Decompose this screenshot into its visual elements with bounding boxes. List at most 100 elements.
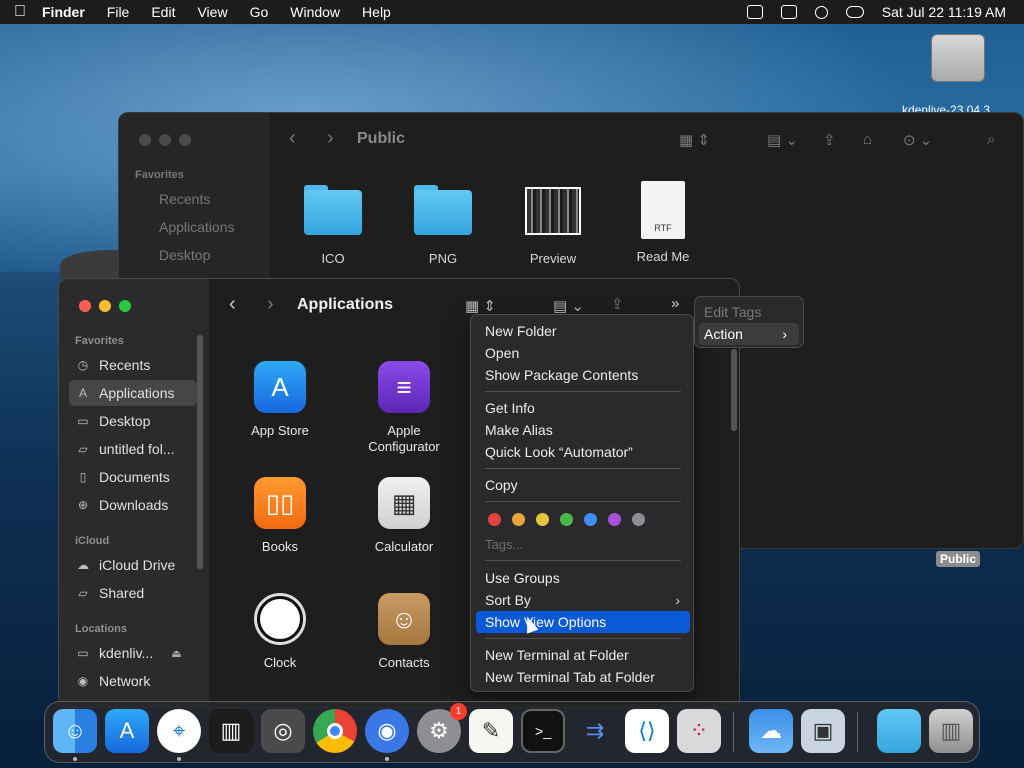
books-icon: ▯▯ [254,477,306,529]
minimize-button[interactable] [159,134,171,146]
menu-item-action[interactable]: Action › [699,323,799,345]
instruments-icon[interactable]: ⇉ [573,709,617,753]
menu-item-get-info[interactable]: Get Info [476,397,690,419]
textedit-icon[interactable]: ✎ [469,709,513,753]
app-books[interactable]: ▯▯ Books [225,477,335,555]
spotlight-search-icon[interactable] [814,5,828,19]
app-contacts[interactable]: ☺ Contacts [349,593,459,671]
share-icon[interactable]: ⇪ [611,295,624,313]
control-center-icon[interactable] [845,6,864,18]
search-icon[interactable]: ⌕ [987,131,995,148]
tag-yellow-dot[interactable] [536,513,549,526]
menu-item-edit-tags[interactable]: Edit Tags [699,301,799,323]
launchpad-icon[interactable]: ⁘ [677,709,721,753]
menu-edit[interactable]: Edit [151,4,175,20]
sidebar-item-recents[interactable]: ◷ Recents [69,352,197,378]
close-button[interactable] [139,134,151,146]
tag-purple-dot[interactable] [608,513,621,526]
zoom-button[interactable] [179,134,191,146]
chrome-icon[interactable] [313,709,357,753]
file-ico-folder[interactable]: ICO [283,185,383,266]
menu-item-new-terminal-at-folder[interactable]: New Terminal at Folder [476,644,690,666]
group-icon[interactable]: ▤ ⌄ [767,131,798,149]
menu-item-make-alias[interactable]: Make Alias [476,419,690,441]
action-menu-icon[interactable]: ⊙ ⌄ [903,131,932,149]
icon-view-icon[interactable]: ▦ ⇕ [679,131,710,149]
back-arrow-icon[interactable]: ‹ [229,293,236,316]
tag-orange-dot[interactable] [512,513,525,526]
menu-item-tags[interactable]: Tags... [476,533,690,555]
eject-icon[interactable]: ⏏ [171,647,181,660]
weather-icon[interactable]: ☁ [749,709,793,753]
tag-gray-dot[interactable] [632,513,645,526]
sidebar-item-recents[interactable]: Recents [159,191,210,207]
app-store-icon[interactable]: A [105,709,149,753]
app-clock[interactable]: Clock [225,593,335,671]
menu-view[interactable]: View [197,4,227,20]
icon-view-icon[interactable]: ▦ ⇕ [465,297,496,315]
menu-help[interactable]: Help [362,4,391,20]
sidebar-item-kdenlive-volume[interactable]: ▭ kdenliv... ⏏ [69,640,197,666]
close-button[interactable] [79,300,91,312]
sidebar-item-network[interactable]: ◉ Network [69,668,197,694]
system-settings-icon[interactable]: ⚙ 1 [417,703,467,753]
tag-green-dot[interactable] [560,513,573,526]
share-icon[interactable]: ⇪ [823,131,836,149]
minimize-button[interactable] [99,300,111,312]
sidebar-item-desktop[interactable]: Desktop [159,247,210,263]
screen-mirroring-icon[interactable] [780,5,797,19]
menu-item-new-terminal-tab-at-folder[interactable]: New Terminal Tab at Folder [476,666,690,688]
app-apple-configurator[interactable]: ≡ Apple Configurator [349,361,459,455]
sidebar-item-desktop[interactable]: ▭ Desktop [69,408,197,434]
folder-icon[interactable] [877,709,921,753]
menu-file[interactable]: File [107,4,130,20]
back-arrow-icon[interactable]: ‹ [289,127,296,150]
apple-menu-icon[interactable]:  [14,3,42,21]
menu-item-sort-by[interactable]: Sort By › [476,589,690,611]
file-png-folder[interactable]: PNG [393,185,493,266]
menu-clock[interactable]: Sat Jul 22 11:19 AM [882,4,1006,20]
safari-icon[interactable]: ⌖ [157,709,201,753]
chromium-icon[interactable]: ◉ [365,709,409,753]
stage-manager-icon[interactable] [746,5,763,19]
more-toolbar-icon[interactable]: » [671,295,679,312]
sidebar-item-documents[interactable]: ▯ Documents [69,464,197,490]
tag-red-dot[interactable] [488,513,501,526]
app-calculator[interactable]: ▦ Calculator [349,477,459,555]
content-scrollbar[interactable] [731,349,737,431]
sidebar-item-applications[interactable]: A Applications [69,380,197,406]
menu-item-quick-look[interactable]: Quick Look “Automator” [476,441,690,463]
preview-icon[interactable]: ▣ [801,709,845,753]
menu-go[interactable]: Go [250,4,269,20]
finder-icon[interactable]: ☺ [53,709,97,753]
forward-arrow-icon[interactable]: › [267,293,274,316]
trash-icon[interactable]: ▥ [929,709,973,753]
menu-item-show-package-contents[interactable]: Show Package Contents [476,364,690,386]
app-app-store[interactable]: A App Store [225,361,335,439]
screenshot-icon[interactable]: ◎ [261,709,305,753]
zoom-button[interactable] [119,300,131,312]
menu-window[interactable]: Window [290,4,340,20]
vscode-icon[interactable]: ⟨⟩ [625,709,669,753]
menu-item-show-view-options[interactable]: Show View Options [476,611,690,633]
sidebar-item-downloads[interactable]: ⊕ Downloads [69,492,197,518]
sidebar-item-shared[interactable]: ▱ Shared [69,580,197,606]
menu-finder[interactable]: Finder [42,4,85,20]
tag-icon[interactable]: ⌂ [863,131,872,148]
forward-arrow-icon[interactable]: › [327,127,334,150]
menu-item-open[interactable]: Open [476,342,690,364]
activity-icon[interactable]: ▥ [209,709,253,753]
external-drive-icon[interactable] [928,34,988,90]
menu-item-copy[interactable]: Copy [476,474,690,496]
menu-item-use-groups[interactable]: Use Groups [476,567,690,589]
menu-item-new-folder[interactable]: New Folder [476,320,690,342]
sidebar-item-applications[interactable]: Applications [159,219,235,235]
sidebar-item-untitled-folder[interactable]: ▱ untitled fol... [69,436,197,462]
tag-blue-dot[interactable] [584,513,597,526]
sidebar-item-icloud-drive[interactable]: ☁ iCloud Drive [69,552,197,578]
sidebar-scrollbar[interactable] [197,335,203,569]
terminal-icon[interactable]: >_ [521,709,565,753]
file-readme-rtf[interactable]: RTF Read Me [613,181,713,264]
file-preview-image[interactable]: Preview [503,187,603,266]
group-icon[interactable]: ▤ ⌄ [553,297,584,315]
